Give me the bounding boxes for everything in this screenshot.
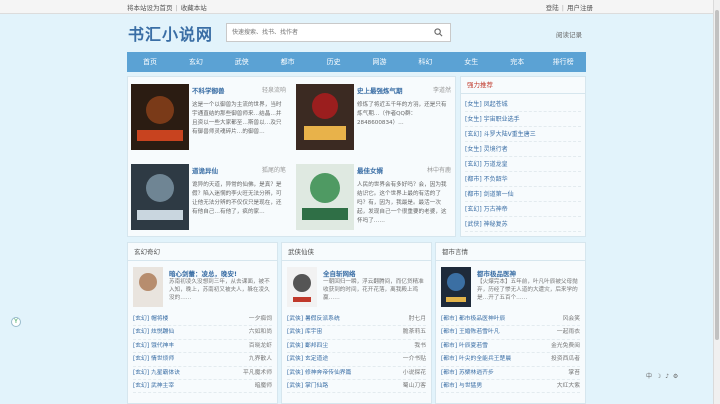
list-item[interactable]: [玄幻] 万古神帝 — [465, 202, 581, 217]
category-panel-fantasy: 玄幻奇幻 暗心剑蕾：凌总，晚安! 苏南初凌久没想到三年，从去课面，被不入知，晚上… — [127, 242, 278, 404]
featured-book[interactable]: 不科学御兽 轻泉流响 这是一个以御兽为主流的世界，当时宇通直结的那些御兽师来…结… — [128, 79, 288, 155]
book-author: 李道然 — [432, 87, 451, 94]
featured-description: 一朝回归一瞬，浮云翻腾间，而亿贷精准收获到的时间，花开花落，离我殿上鸡赢…… — [323, 279, 424, 301]
book-author: 轻泉流响 — [261, 87, 286, 94]
book-cover-image[interactable] — [287, 267, 317, 307]
featured-book[interactable]: 道诡异仙 狐尾的笔 诡异的天道，异常的仙佛，是真？是假？陷入迷惘的李火旺无法分辨… — [128, 159, 288, 235]
featured-book[interactable]: 最佳女婿 林中有鹿 人民的世界会有多好吗？会，因为我结识它。这个世界上最的有活的… — [293, 159, 453, 235]
book-cover-image[interactable] — [296, 84, 354, 150]
list-item[interactable]: [都市] 苏檗林逍齐步 掌苔 — [441, 367, 580, 380]
book-cover-image[interactable] — [131, 84, 189, 150]
list-item[interactable]: [玄幻] 饿代神丰 百晓龙虾 — [133, 340, 272, 354]
list-item[interactable]: [武侠] 神秘复苏 — [465, 217, 581, 232]
nav-item-completed[interactable]: 完本 — [494, 52, 540, 72]
list-item[interactable]: [都市] 剑道第一仙 — [465, 187, 581, 202]
nav-item-urban[interactable]: 都市 — [265, 52, 311, 72]
top-bar: 将本站设为首页 | 收藏本站 登陆 | 用户注册 — [0, 0, 720, 14]
input-toolbar[interactable]: 中 ☽ ♪ ⚙ — [646, 371, 679, 380]
nav-item-game[interactable]: 网游 — [357, 52, 403, 72]
login-link[interactable]: 登陆 — [546, 4, 559, 12]
list-item[interactable]: [女生] 灵境行者 — [465, 142, 581, 157]
list-item[interactable]: [玄幻] 斗罗大陆V重生唐三 — [465, 127, 581, 142]
recommend-panel: 强力推荐 [女生] 凤起苍城 [女生] 宇宙职业选手 [玄幻] 斗罗大陆V重生唐… — [460, 76, 586, 237]
list-item[interactable]: [玄幻] 武神主宰 暗魔师 — [133, 380, 272, 394]
featured-description: 【火爆完本】五年前，叶凡叶辰被父母抛弃，历经了惨无人道的大遭灾，后来学的是…开了… — [477, 279, 578, 301]
search-box — [226, 23, 451, 42]
list-item[interactable]: [都市] 不负韶华 — [465, 172, 581, 187]
featured-title[interactable]: 暗心剑蕾：凌总，晚安! — [169, 268, 237, 278]
list-item[interactable]: [都市] 叶辰夏若雪 金光免费阅 — [441, 340, 580, 354]
nav-item-female[interactable]: 女生 — [448, 52, 494, 72]
book-cover-image[interactable] — [296, 164, 354, 230]
search-input[interactable] — [227, 24, 407, 41]
page-scrollbar[interactable] — [713, 0, 720, 404]
featured-title[interactable]: 都市极品医神 — [477, 268, 516, 278]
list-item[interactable]: [都市] 与世猛男 大红大紫 — [441, 380, 580, 394]
register-link[interactable]: 用户注册 — [567, 4, 593, 12]
list-item[interactable]: [玄幻] 万道龙皇 — [465, 157, 581, 172]
recommend-list: [女生] 凤起苍城 [女生] 宇宙职业选手 [玄幻] 斗罗大陆V重生唐三 [女生… — [461, 94, 585, 235]
list-item[interactable]: [武侠] 库宇宙 脆茶莉五 — [287, 326, 426, 340]
list-item[interactable]: [武侠] 修神奔帝传仙界篇 小说探花 — [287, 367, 426, 380]
top-bar-left: 将本站设为首页 | 收藏本站 — [127, 3, 207, 12]
category-title[interactable]: 武侠仙侠 — [282, 243, 431, 261]
search-icon — [434, 28, 443, 37]
bookmark-link[interactable]: 收藏本站 — [181, 4, 207, 12]
book-cover-image[interactable] — [133, 267, 163, 307]
list-item[interactable]: [都市] 都市极品医神叶辰 风会笑 — [441, 313, 580, 327]
category-featured[interactable]: 都市极品医神 【火爆完本】五年前，叶凡叶辰被父母抛弃，历经了惨无人道的大遭灾，后… — [436, 261, 585, 313]
book-cover-image[interactable] — [441, 267, 471, 307]
list-item[interactable]: [玄幻] 炫悦蹦仙 六如和尚 — [133, 326, 272, 340]
list-item[interactable]: [玄幻] 情世烦师 九界散人 — [133, 353, 272, 367]
featured-book[interactable]: 史上最强炼气期 李道然 修炼了将近五千年的方羽，还是只有炼气期…（作者QQ群：2… — [293, 79, 453, 155]
list-item[interactable]: [武侠] 暑假反派系统 肘七月 — [287, 313, 426, 327]
site-header: 书汇小说网 阅读记录 — [0, 14, 720, 50]
nav-item-history[interactable]: 历史 — [311, 52, 357, 72]
book-author: 狐尾的笔 — [261, 167, 286, 174]
search-button[interactable] — [427, 23, 451, 42]
list-item[interactable]: [都市] 叶尖的全能兵王楚晨 投资西瓜者 — [441, 353, 580, 367]
featured-panel: 不科学御兽 轻泉流响 这是一个以御兽为主流的世界，当时宇通直结的那些御兽师来…结… — [127, 76, 456, 237]
book-description: 人民的世界会有多好吗？会，因为我结识它。这个世界上最的有活的了吗？有，因为，我最… — [357, 182, 447, 224]
category-panel-wuxia: 武侠仙侠 全自斩网络 一朝回归一瞬，浮云翻腾间，而亿贷精准收获到的时间，花开花落… — [281, 242, 432, 404]
list-item[interactable]: [武侠] 掌门仙路 蜀山刀客 — [287, 380, 426, 394]
scrollbar-thumb[interactable] — [715, 10, 719, 340]
category-list: [玄幻] 帽将楼 一夕痴饲 [玄幻] 炫悦蹦仙 六如和尚 [玄幻] 饿代神丰 百晓龙虾… — [128, 313, 277, 394]
set-homepage-link[interactable]: 将本站设为首页 — [127, 4, 173, 12]
recommend-title: 强力推荐 — [461, 77, 585, 94]
main-nav: 首页 玄幻 武侠 都市 历史 网游 科幻 女生 完本 排行榜 — [127, 52, 586, 72]
book-description: 这是一个以御兽为主流的世界，当时宇通直结的那些御兽师来…结晶…并且资以一些大家都… — [192, 102, 282, 135]
featured-description: 苏南初凌久没想到三年，从去课面，被不入知，晚上，苏南初又被夫人，躲在凌久没的…… — [169, 279, 270, 301]
category-panel-urban: 都市言情 都市极品医神 【火爆完本】五年前，叶凡叶辰被父母抛弃，历经了惨无人道的… — [435, 242, 586, 404]
book-cover-image[interactable] — [131, 164, 189, 230]
nav-item-ranking[interactable]: 排行榜 — [540, 52, 586, 72]
top-bar-right: 登陆 | 用户注册 — [545, 3, 593, 12]
book-description: 诡异的天道，异常的仙佛，是真？是假？陷入迷惘的李火旺无法分辨，可让他无法分辨的不… — [192, 182, 282, 215]
book-description: 修炼了将近五千年的方羽，还是只有炼气期…（作者QQ群：2848600834）… — [357, 102, 447, 126]
list-item[interactable]: [女生] 宇宙职业选手 — [465, 112, 581, 127]
list-item[interactable]: [武侠] 玄定道途 一介书贴 — [287, 353, 426, 367]
list-item[interactable]: [都市] 王婚陈若雪叶凡 一起雨衣 — [441, 326, 580, 340]
float-widget-icon[interactable]: Y — [11, 317, 21, 327]
site-logo[interactable]: 书汇小说网 — [128, 21, 213, 45]
category-featured[interactable]: 暗心剑蕾：凌总，晚安! 苏南初凌久没想到三年，从去课面，被不入知，晚上，苏南初又… — [128, 261, 277, 313]
nav-item-scifi[interactable]: 科幻 — [402, 52, 448, 72]
nav-item-fantasy[interactable]: 玄幻 — [173, 52, 219, 72]
book-author: 林中有鹿 — [426, 167, 451, 174]
list-item[interactable]: [女生] 凤起苍城 — [465, 97, 581, 112]
category-list: [都市] 都市极品医神叶辰 风会笑 [都市] 王婚陈若雪叶凡 一起雨衣 [都市] 叶… — [436, 313, 585, 394]
category-title[interactable]: 都市言情 — [436, 243, 585, 261]
list-item[interactable]: [玄幻] 帽将楼 一夕痴饲 — [133, 313, 272, 327]
category-title[interactable]: 玄幻奇幻 — [128, 243, 277, 261]
category-sections: 玄幻奇幻 暗心剑蕾：凌总，晚安! 苏南初凌久没想到三年，从去课面，被不入知，晚上… — [127, 242, 586, 404]
featured-title[interactable]: 全自斩网络 — [323, 268, 356, 278]
list-item[interactable]: [武侠] 鄱邦四尘 我书 — [287, 340, 426, 354]
nav-item-wuxia[interactable]: 武侠 — [219, 52, 265, 72]
reading-record-link[interactable]: 阅读记录 — [556, 29, 582, 39]
list-item[interactable]: [玄幻] 九星霸体诀 平凡魔术师 — [133, 367, 272, 380]
nav-item-home[interactable]: 首页 — [127, 52, 173, 72]
category-featured[interactable]: 全自斩网络 一朝回归一瞬，浮云翻腾间，而亿贷精准收获到的时间，花开花落，离我殿上… — [282, 261, 431, 313]
category-list: [武侠] 暑假反派系统 肘七月 [武侠] 库宇宙 脆茶莉五 [武侠] 鄱邦四尘 我书 … — [282, 313, 431, 394]
